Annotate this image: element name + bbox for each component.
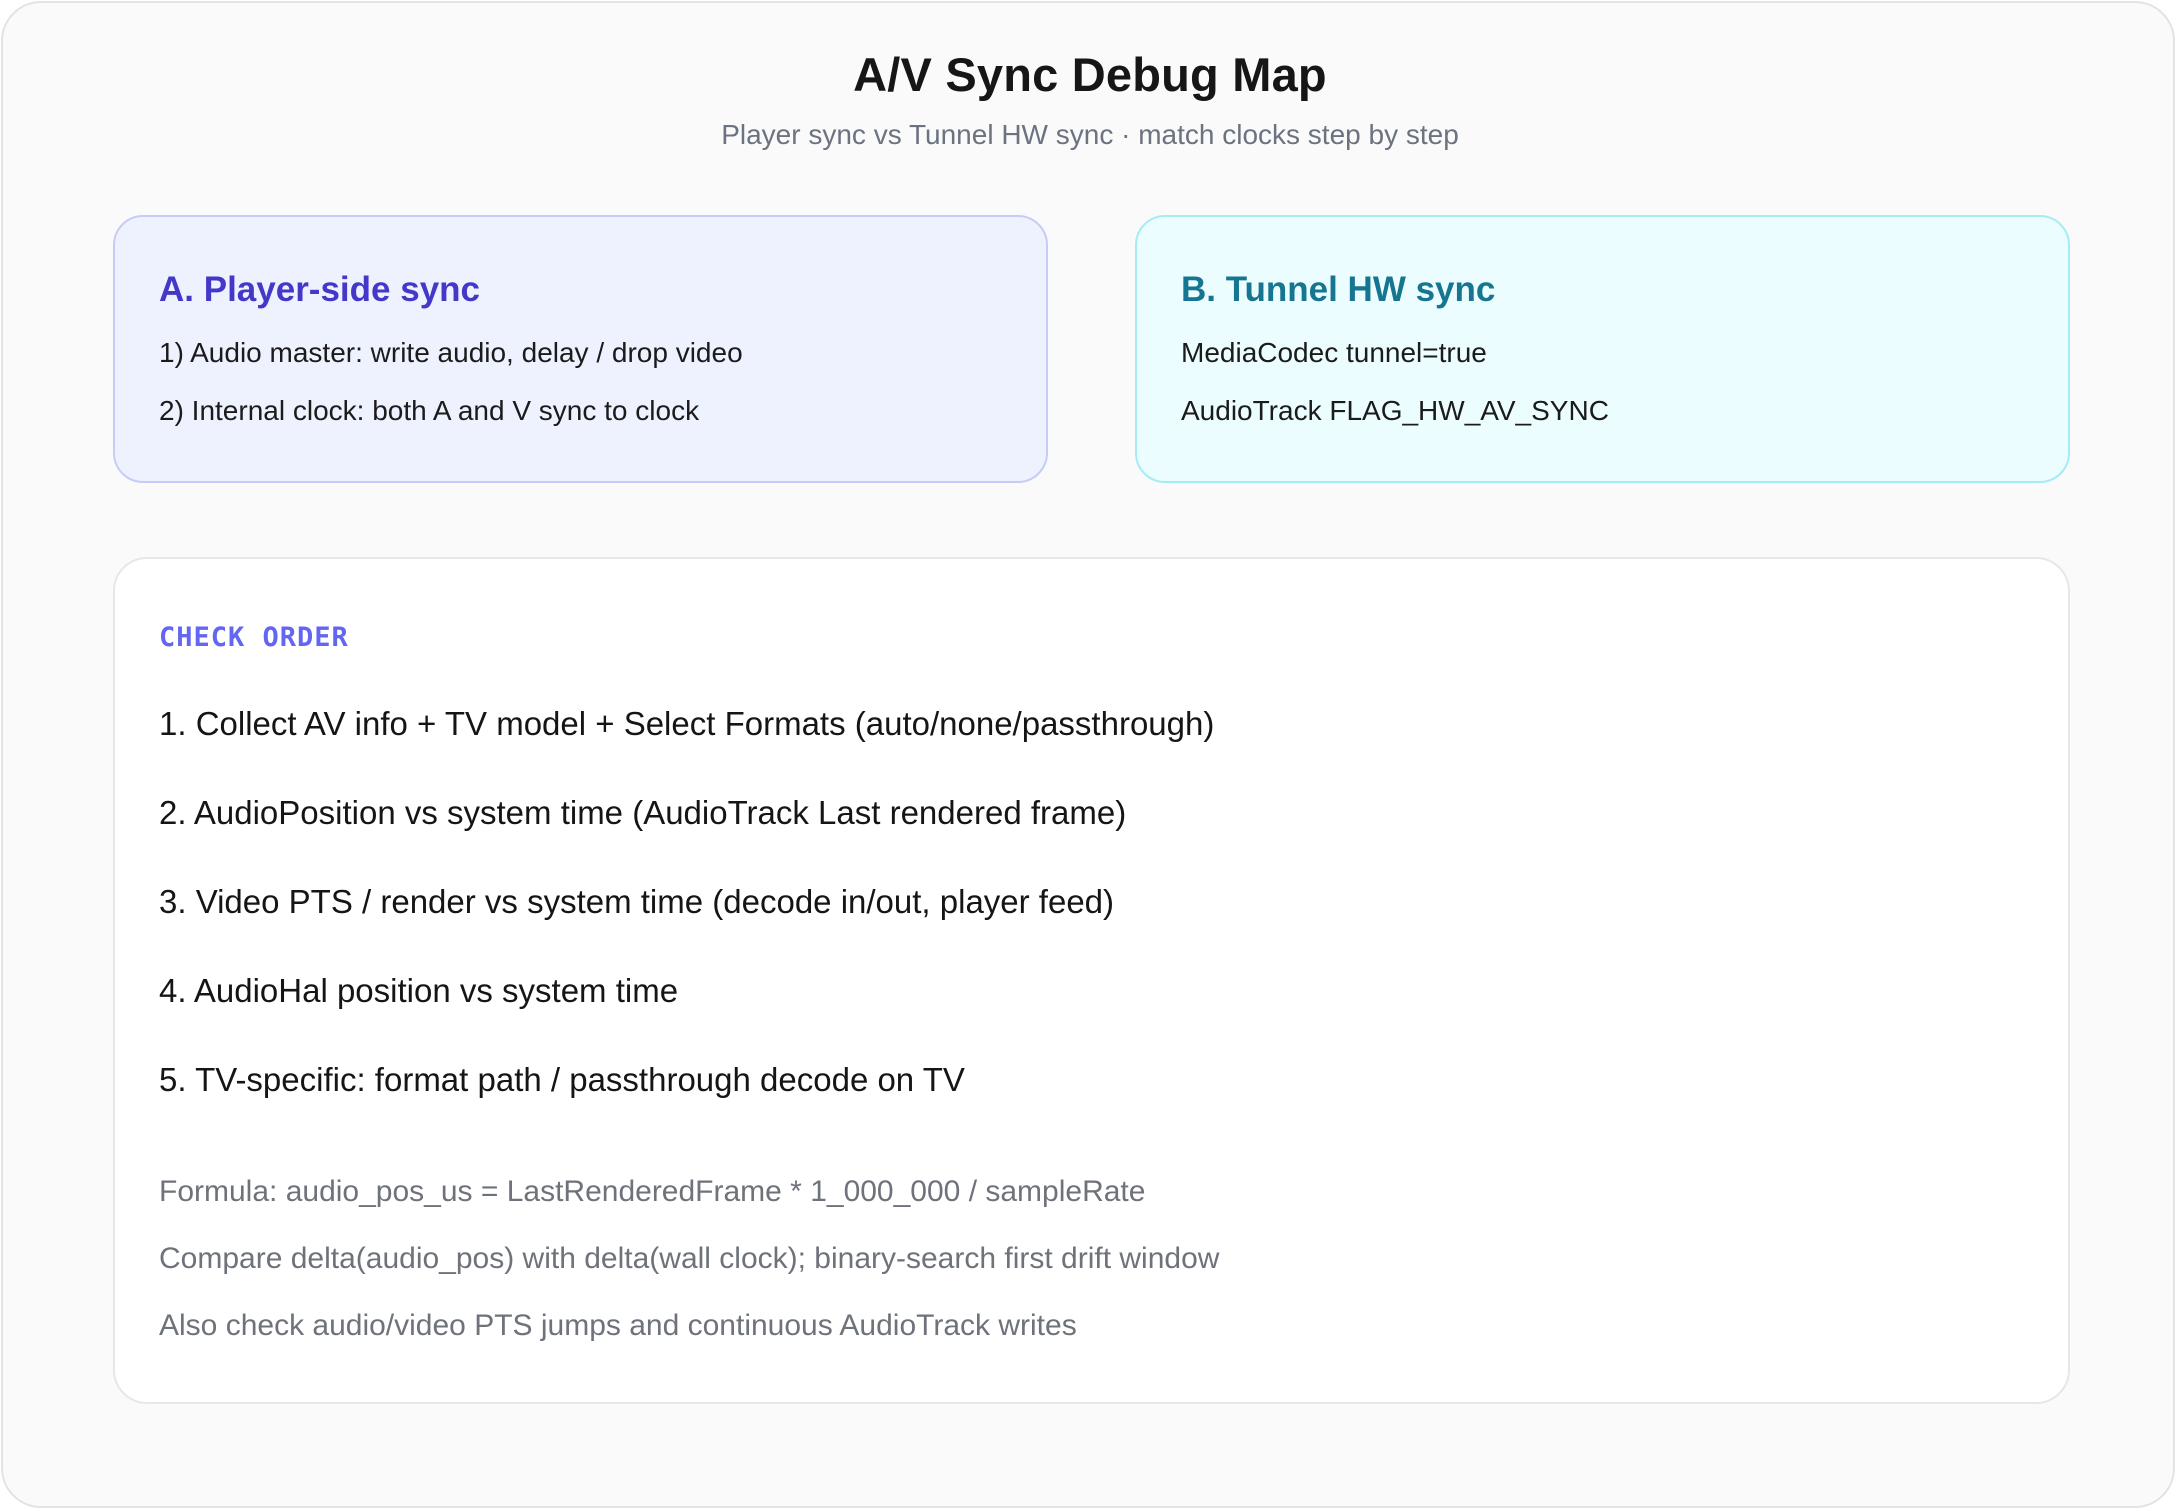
formula-note: Formula: audio_pos_us = LastRenderedFram… (159, 1175, 1146, 1208)
check-order-label: CHECK ORDER (159, 622, 349, 653)
tunnel-sync-line: MediaCodec tunnel=true (1181, 337, 1487, 368)
diagram-canvas: A/V Sync Debug Map Player sync vs Tunnel… (1, 1, 2175, 1508)
check-step: 3. Video PTS / render vs system time (de… (159, 883, 1115, 920)
check-steps-list: 1. Collect AV info + TV model + Select F… (159, 704, 1214, 1149)
check-step: 1. Collect AV info + TV model + Select F… (159, 705, 1215, 742)
check-notes: Formula: audio_pos_us = LastRenderedFram… (159, 1174, 1219, 1375)
page-title: A/V Sync Debug Map (853, 48, 1327, 101)
player-sync-line: 2) Internal clock: both A and V sync to … (159, 395, 700, 426)
pts-check-note: Also check audio/video PTS jumps and con… (159, 1309, 1077, 1342)
check-step: 5. TV-specific: format path / passthroug… (159, 1061, 965, 1098)
check-order-panel: CHECK ORDER 1. Collect AV info + TV mode… (113, 557, 2070, 1404)
tunnel-sync-line: AudioTrack FLAG_HW_AV_SYNC (1181, 395, 1609, 426)
compare-note: Compare delta(audio_pos) with delta(wall… (159, 1242, 1220, 1275)
player-sync-card: A. Player-side sync 1) Audio master: wri… (113, 215, 1048, 483)
player-sync-title: A. Player-side sync (159, 270, 480, 309)
check-step: 2. AudioPosition vs system time (AudioTr… (159, 794, 1127, 831)
page-subtitle: Player sync vs Tunnel HW sync · match cl… (721, 119, 1459, 150)
player-sync-line: 1) Audio master: write audio, delay / dr… (159, 337, 743, 368)
check-step: 4. AudioHal position vs system time (159, 972, 679, 1009)
tunnel-sync-title: B. Tunnel HW sync (1181, 270, 1496, 309)
tunnel-sync-card: B. Tunnel HW sync MediaCodec tunnel=true… (1135, 215, 2070, 483)
